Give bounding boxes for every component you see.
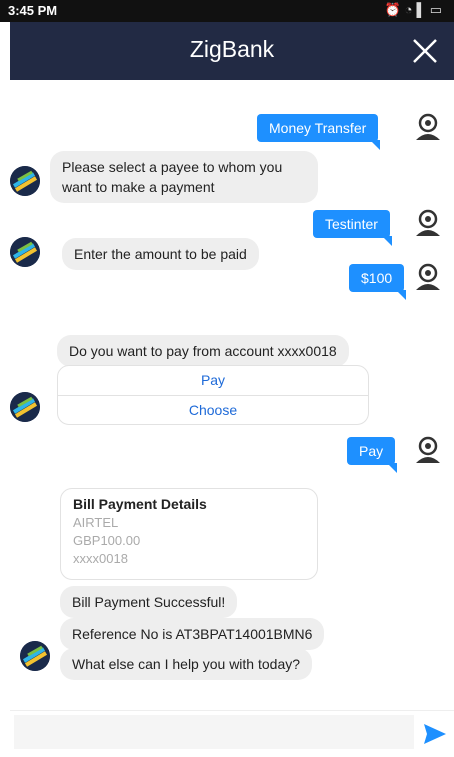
- user-avatar-icon: [416, 209, 440, 236]
- user-message: Money Transfer: [257, 114, 381, 150]
- bot-avatar-icon: [10, 166, 40, 196]
- bot-message: Enter the amount to be paid: [62, 238, 259, 270]
- message-input[interactable]: [14, 715, 414, 749]
- card-amount: GBP100.00: [73, 533, 141, 548]
- status-bar: 3:45 PM ⏰◔▌▭: [0, 0, 454, 22]
- card-payee: AIRTEL: [73, 515, 119, 530]
- option-pay-button[interactable]: Pay: [58, 366, 368, 395]
- bot-avatar-icon: [20, 641, 50, 671]
- message-composer: [10, 710, 454, 757]
- bot-message: Please select a payee to whom you want t…: [50, 151, 318, 203]
- battery-icon: ▭: [429, 2, 446, 17]
- bot-message: What else can I help you with today?: [60, 648, 313, 680]
- bot-message: Reference No is AT3BPAT14001BMN6: [60, 618, 325, 650]
- quick-reply-options: Pay Choose: [57, 365, 369, 425]
- user-message: Testinter: [313, 210, 392, 246]
- user-avatar-icon: [416, 113, 440, 140]
- option-choose-button[interactable]: Choose: [58, 395, 368, 425]
- bot-avatar-icon: [10, 237, 40, 267]
- user-avatar-icon: [416, 263, 440, 290]
- wifi-icon: ◔: [404, 2, 417, 17]
- chat-header: ZigBank: [10, 22, 454, 80]
- card-title: Bill Payment Details: [73, 496, 207, 512]
- card-account: xxxx0018: [73, 551, 128, 566]
- app-title: ZigBank: [189, 36, 275, 62]
- bot-message: Bill Payment Successful!: [60, 586, 238, 618]
- bill-payment-card: Bill Payment Details AIRTEL GBP100.00 xx…: [60, 488, 318, 580]
- status-icons: ⏰◔▌▭: [384, 2, 446, 18]
- send-icon[interactable]: [422, 721, 448, 747]
- bot-avatar-icon: [10, 392, 40, 422]
- close-icon[interactable]: [410, 36, 440, 66]
- status-time: 3:45 PM: [8, 3, 58, 18]
- user-message: $100: [349, 264, 407, 300]
- alarm-icon: ⏰: [384, 2, 405, 17]
- user-message: Pay: [347, 437, 398, 473]
- signal-icon: ▌: [416, 2, 430, 17]
- bot-message: Do you want to pay from account xxxx0018: [57, 335, 349, 367]
- user-avatar-icon: [416, 436, 440, 463]
